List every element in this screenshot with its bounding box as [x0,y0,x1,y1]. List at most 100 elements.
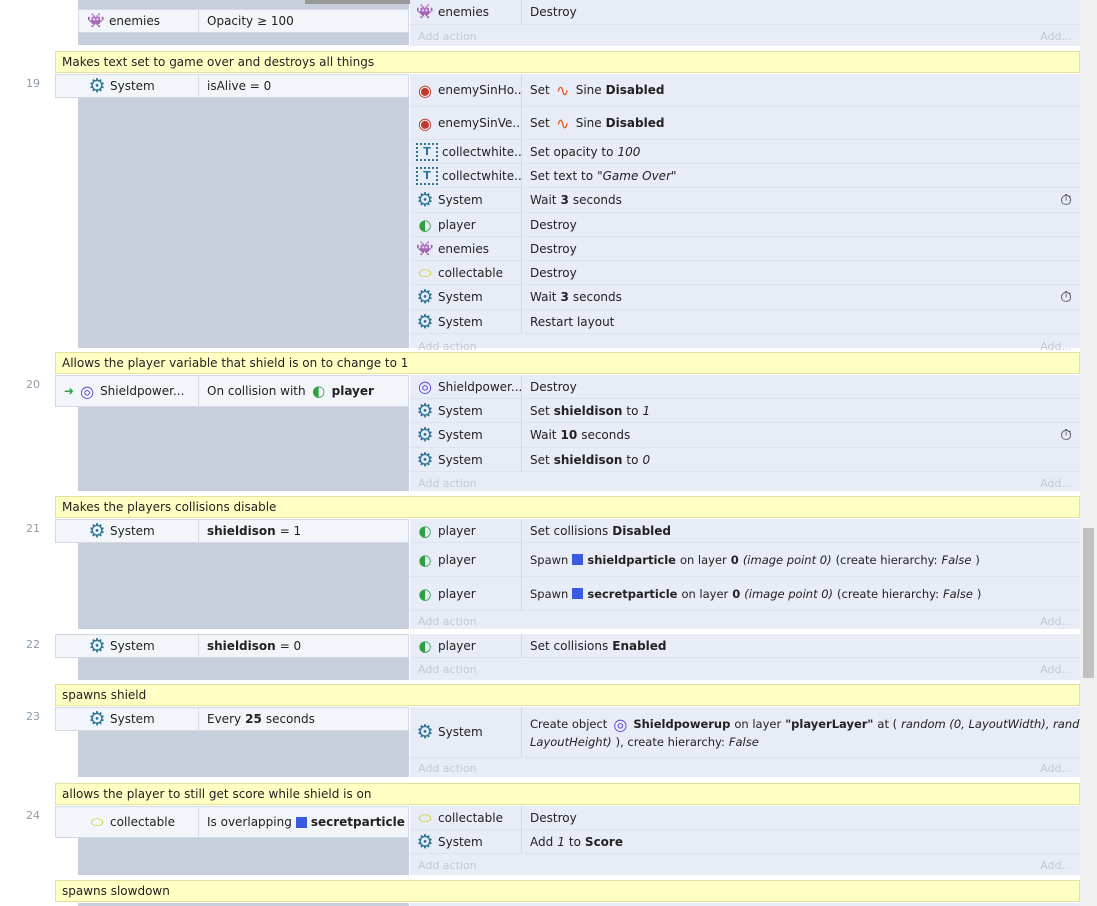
condition-row[interactable]: ⚙ System shieldison = 0 [55,634,409,658]
condition-row[interactable]: ➜ ◎ Shieldpower... On collision with ◐ playe… [55,375,409,407]
shieldpowerup-icon: ◎ [418,377,432,396]
add-action-row[interactable]: Add action Add... [410,854,1080,877]
add-link[interactable]: Add... [1040,340,1072,353]
event-number: 19 [26,77,40,90]
text-object-icon: T [416,142,438,161]
add-action-row[interactable]: Add action Add... [410,658,1080,681]
action-row[interactable]: ◐ player Spawn secretparticle on layer 0 (ima… [410,577,1080,611]
action-row[interactable]: 👾 enemies Destroy [410,237,1080,261]
add-action-link[interactable]: Add action [418,30,477,43]
vertical-scrollbar[interactable] [1080,0,1097,906]
action-row[interactable]: ⚙ System Set shieldison to 0 [410,448,1080,472]
add-action-link[interactable]: Add action [418,340,477,353]
action-row[interactable]: ⚙ System Restart layout [410,310,1080,334]
action-row[interactable]: ◐ player Set collisions Enabled [410,634,1080,658]
add-action-link[interactable]: Add action [418,477,477,490]
collectable-icon: ⬭ [418,808,432,827]
trigger-arrow-icon: ➜ [64,384,75,398]
event-number: 20 [26,378,40,391]
gear-icon: ⚙ [88,75,106,97]
event-comment[interactable]: spawns slowdown [55,880,1080,902]
condition-row[interactable]: 👾 enemies Opacity ≥ 100 [78,9,409,33]
event-number: 22 [26,638,40,651]
event-number: 24 [26,809,40,822]
add-link[interactable]: Add... [1040,615,1072,628]
event-comment[interactable]: Makes text set to game over and destroys… [55,51,1080,73]
condition-object: 👾 enemies [79,10,199,32]
enemies-icon: 👾 [416,240,434,257]
condition-text: Opacity ≥ 100 [207,14,294,28]
add-action-link[interactable]: Add action [418,663,477,676]
gear-icon: ⚙ [416,189,434,211]
action-row[interactable]: ⚙ System Create object ◎ Shieldpowerup on la… [410,707,1080,758]
add-link[interactable]: Add... [1040,762,1072,775]
action-row[interactable]: ◐ player Set collisions Disabled [410,519,1080,543]
player-icon: ◐ [418,215,432,234]
shieldpowerup-icon: ◎ [80,381,95,401]
sine-icon: ∿ [556,113,570,133]
enemies-icon: 👾 [87,13,105,29]
add-link[interactable]: Add... [1040,477,1072,490]
gear-icon: ⚙ [88,635,106,657]
event-number: 21 [26,522,40,535]
image-strip [305,0,410,4]
gear-icon: ⚙ [88,708,106,730]
gear-icon: ⚙ [416,424,434,446]
player-icon: ◐ [312,382,326,400]
action-row[interactable]: ◐ player Destroy [410,213,1080,237]
event-comment[interactable]: Allows the player variable that shield i… [55,352,1080,374]
add-action-link[interactable]: Add action [418,859,477,872]
action-row[interactable]: ⚙ System Wait 3 seconds ⏱ [410,188,1080,213]
add-action-row[interactable]: Add action Add... [410,611,1080,632]
gear-icon: ⚙ [416,310,434,333]
particle-icon [572,554,584,565]
text-object-icon: T [416,166,438,185]
condition-row[interactable]: ⚙ System shieldison = 1 [55,519,409,543]
action-panel: 👾 enemies Destroy Add action Add... [410,0,1080,46]
condition-row[interactable]: ⬭ collectable Is overlapping secretparticl… [55,806,409,838]
scrollbar-thumb[interactable] [1083,528,1094,678]
action-panel: ◎ Shieldpower... Destroy ⚙ System Set shiel… [410,375,1080,491]
event-comment[interactable]: spawns shield [55,684,1080,706]
timer-icon: ⏱ [1060,288,1072,306]
action-row[interactable]: Tcollectwhite... Set opacity to 100 [410,140,1080,164]
add-action-link[interactable]: Add action [418,615,477,628]
action-row[interactable]: ◉ enemySinHo... Set ∿ Sine Disabled [410,74,1080,107]
action-row[interactable]: ◐ player Spawn shieldparticle on layer 0 (ima… [410,543,1080,577]
action-row[interactable]: ⚙ System Wait 3 seconds ⏱ [410,285,1080,310]
event-comment[interactable]: Makes the players collisions disable [55,496,1080,518]
enemy-sine-icon: ◉ [418,80,432,100]
add-link[interactable]: Add... [1040,663,1072,676]
action-row[interactable]: ⬭ collectable Destroy [410,261,1080,285]
action-row[interactable]: ⚙ System Add 1 to Score [410,830,1080,854]
enemy-sine-icon: ◉ [418,113,432,133]
action-row[interactable]: 👾 enemies Destroy [410,0,1080,25]
timer-icon: ⏱ [1060,426,1072,444]
event-comment[interactable]: allows the player to still get score whi… [55,783,1080,805]
action-panel: ◐ player Set collisions Disabled ◐ player S… [410,519,1080,629]
add-action-row[interactable]: Add action Add... [410,25,1080,47]
action-row[interactable]: ⚙ System Wait 10 seconds ⏱ [410,423,1080,448]
add-link[interactable]: Add... [1040,30,1072,43]
add-link[interactable]: Add... [1040,859,1072,872]
action-row[interactable]: Tcollectwhite... Set text to "Game Over" [410,164,1080,188]
action-panel: ⬭ collectable Destroy ⚙ System Add 1 to Score… [410,806,1080,875]
action-row[interactable]: ⚙ System Set shieldison to 1 [410,399,1080,423]
event-number: 23 [26,710,40,723]
action-row[interactable]: ◎ Shieldpower... Destroy [410,375,1080,399]
gear-icon: ⚙ [416,448,434,471]
gear-icon: ⚙ [416,399,434,422]
action-row[interactable]: ◉ enemySinVe... Set ∿ Sine Disabled [410,107,1080,140]
add-action-row[interactable]: Add action Add... [410,472,1080,495]
condition-row[interactable]: ⚙ System Every 25 seconds [55,707,409,731]
particle-icon [572,588,584,599]
gear-icon: ⚙ [88,520,106,542]
condition-row[interactable]: ⚙ System isAlive = 0 [55,74,409,98]
player-icon: ◐ [418,550,432,569]
add-action-link[interactable]: Add action [418,762,477,775]
player-icon: ◐ [418,521,432,540]
action-row[interactable]: ⬭ collectable Destroy [410,806,1080,830]
add-action-row[interactable]: Add action Add... [410,758,1080,778]
shieldpowerup-icon: ◎ [613,714,628,734]
enemies-icon: 👾 [416,4,434,20]
